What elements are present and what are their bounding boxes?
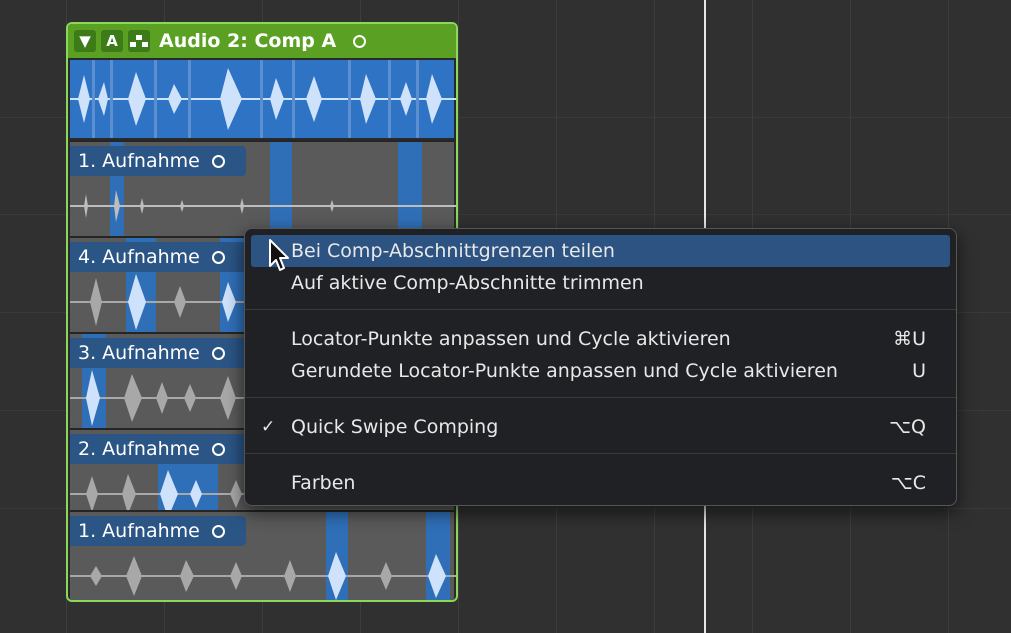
comp-group-icon[interactable] — [128, 30, 150, 52]
checkmark-icon: ✓ — [261, 417, 276, 437]
take-label[interactable]: 4. Aufnahme — [70, 242, 246, 272]
shortcut-label: U — [912, 360, 926, 382]
mouse-pointer-icon — [268, 238, 292, 278]
menu-item-set-rounded-locators-cycle[interactable]: Gerundete Locator-Punkte anpassen und Cy… — [251, 355, 950, 387]
take-status-icon[interactable] — [211, 442, 225, 456]
menu-separator — [245, 309, 956, 310]
take-folder-header[interactable]: ▼ A Audio 2: Comp A — [68, 24, 456, 58]
take-label[interactable]: 2. Aufnahme — [70, 434, 246, 464]
take-status-icon[interactable] — [211, 524, 225, 538]
take-label[interactable]: 1. Aufnahme — [70, 146, 246, 176]
automation-button[interactable]: A — [101, 30, 123, 52]
take-name: 3. Aufnahme — [78, 342, 200, 364]
take-status-icon[interactable] — [211, 346, 225, 360]
take-name: 1. Aufnahme — [78, 150, 200, 172]
shortcut-label: ⌥C — [890, 472, 926, 494]
menu-item-quick-swipe-comping[interactable]: ✓ Quick Swipe Comping ⌥Q — [251, 411, 950, 443]
take-name: 1. Aufnahme — [78, 520, 200, 542]
take-label[interactable]: 1. Aufnahme — [70, 516, 246, 546]
comp-status-icon[interactable] — [353, 34, 367, 48]
take-status-icon[interactable] — [211, 154, 225, 168]
comp-waveform — [70, 60, 456, 138]
shortcut-label: ⌘U — [893, 328, 926, 350]
take-status-icon[interactable] — [211, 250, 225, 264]
take-label[interactable]: 3. Aufnahme — [70, 338, 246, 368]
disclosure-icon[interactable]: ▼ — [74, 30, 96, 52]
comp-title: Audio 2: Comp A — [159, 30, 337, 52]
take-name: 2. Aufnahme — [78, 438, 200, 460]
take-lane[interactable]: 1. Aufnahme — [70, 510, 456, 600]
menu-separator — [245, 397, 956, 398]
shortcut-label: ⌥Q — [889, 416, 926, 438]
menu-item-colors[interactable]: Farben ⌥C — [251, 467, 950, 499]
take-lane[interactable]: 1. Aufnahme — [70, 140, 456, 236]
context-menu: Bei Comp-Abschnittgrenzen teilen Auf akt… — [244, 228, 957, 506]
take-name: 4. Aufnahme — [78, 246, 200, 268]
menu-item-split-at-comp-boundaries[interactable]: Bei Comp-Abschnittgrenzen teilen — [251, 235, 950, 267]
menu-separator — [245, 453, 956, 454]
menu-item-trim-to-active-comp[interactable]: Auf aktive Comp-Abschnitte trimmen — [251, 267, 950, 299]
menu-item-set-locators-cycle[interactable]: Locator-Punkte anpassen und Cycle aktivi… — [251, 323, 950, 355]
